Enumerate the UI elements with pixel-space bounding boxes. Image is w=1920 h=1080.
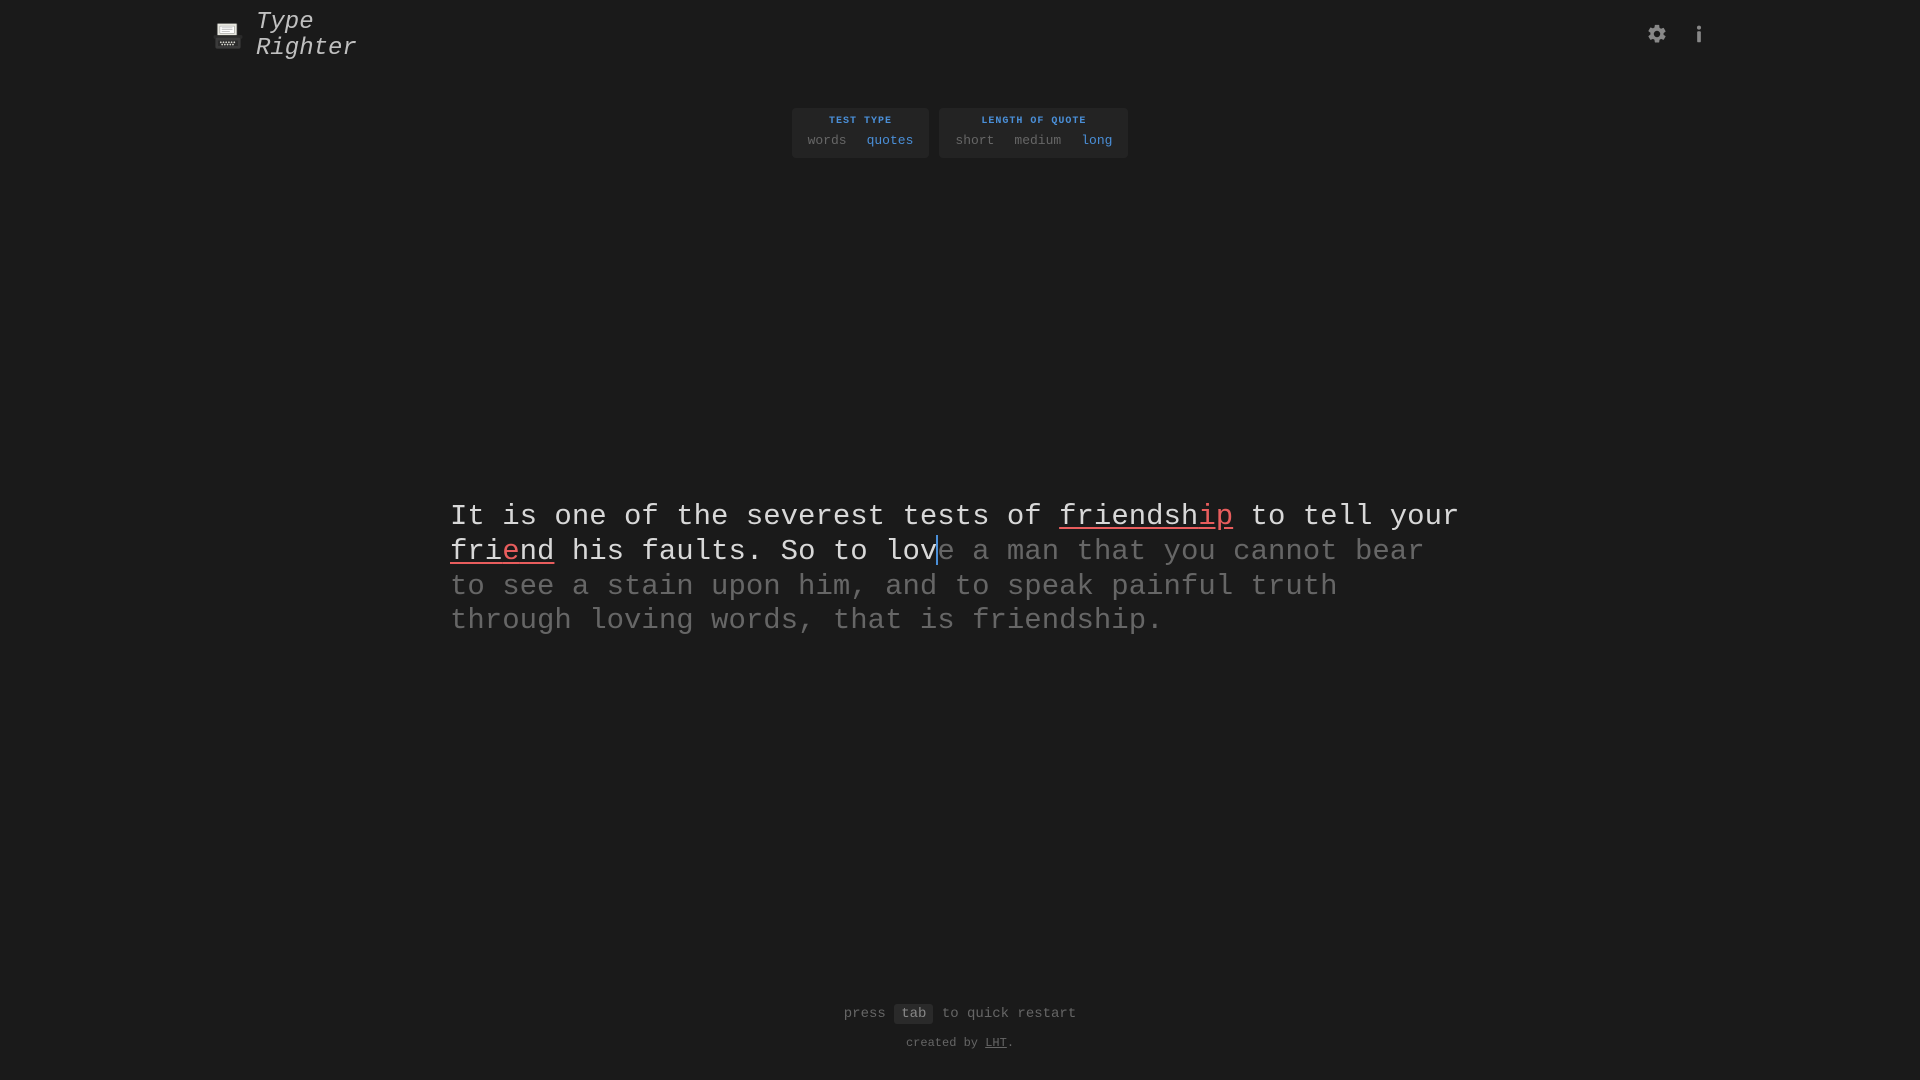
info-icon[interactable] [1688,23,1710,50]
option-medium[interactable]: medium [1014,133,1061,148]
quote-length-label: LENGTH OF QUOTE [955,116,1112,127]
test-type-label: TEST TYPE [808,116,914,127]
quote-segment: e [502,535,519,568]
controls: TEST TYPE words quotes LENGTH OF QUOTE s… [0,108,1920,158]
quote-segment: his faults. So to lov [554,535,937,568]
logo[interactable]: Type Righter [210,10,357,63]
quote-segment: ip [1198,500,1233,533]
credit: created by LHT. [0,1036,1920,1050]
quote-segment: to tell your [1233,500,1459,533]
test-type-panel: TEST TYPE words quotes [792,108,930,158]
quote-length-panel: LENGTH OF QUOTE short medium long [939,108,1128,158]
tab-key-chip: tab [894,1004,933,1024]
typewriter-icon [210,18,246,54]
test-type-options: words quotes [808,133,914,148]
option-long[interactable]: long [1081,133,1112,148]
option-quotes[interactable]: quotes [867,133,914,148]
header-icons [1646,23,1710,50]
quote-segment: It is one of the severest tests of [450,500,1059,533]
option-words[interactable]: words [808,133,847,148]
logo-text: Type Righter [256,10,357,63]
option-short[interactable]: short [955,133,994,148]
restart-hint: press tab to quick restart [0,1006,1920,1022]
typing-area[interactable]: It is one of the severest tests of frien… [450,500,1470,639]
quote-segment: nd [520,535,555,568]
footer: press tab to quick restart created by LH… [0,1006,1920,1050]
header: Type Righter [0,0,1920,73]
quote-segment: friendsh [1059,500,1198,533]
quote-segment: fri [450,535,502,568]
gear-icon[interactable] [1646,23,1668,50]
author-link[interactable]: LHT [985,1036,1007,1050]
quote-length-options: short medium long [955,133,1112,148]
